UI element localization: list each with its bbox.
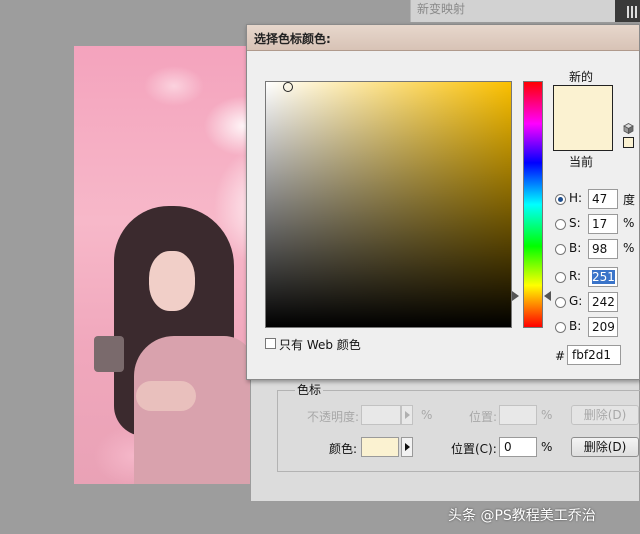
color-stop-group-title: 色标 [295, 381, 324, 398]
hue-slider-left-arrow-icon[interactable] [512, 291, 520, 301]
saturation-unit: % [623, 216, 635, 230]
color-preview [553, 85, 613, 151]
color-picker-title-bar[interactable]: 选择色标颜色: [247, 25, 639, 51]
hex-field[interactable]: fbf2d1 [567, 345, 621, 365]
blue-label: B: [569, 319, 582, 333]
brightness-label: B: [569, 241, 582, 255]
location-unit: % [541, 440, 553, 454]
opacity-unit: % [421, 408, 433, 422]
saturation-label: S: [569, 216, 581, 230]
web-safe-cube-icon[interactable] [623, 123, 634, 134]
color-picker-dialog: 选择色标颜色: 新的 当前 H: 47 度 S: 17 % B: 98 % R:… [246, 24, 640, 380]
location-field[interactable]: 0 [499, 437, 537, 457]
color-label: 颜色: [329, 442, 358, 456]
gradient-editor-dialog: 色标 不透明度: % 位置: % 删除(D) 颜色: 位置(C): 0 % 删除… [250, 380, 640, 502]
photo-subject-face [149, 251, 195, 311]
color-stop-swatch[interactable] [361, 437, 399, 457]
web-only-checkbox[interactable] [265, 338, 276, 349]
delete-opacity-stop-button: 删除(D) [571, 405, 639, 425]
opacity-location-label: 位置: [469, 410, 498, 424]
delete-color-stop-button[interactable]: 删除(D) [571, 437, 639, 457]
green-field[interactable]: 242 [588, 292, 618, 312]
new-color-label: 新的 [569, 70, 594, 84]
red-label: R: [569, 269, 582, 283]
saturation-brightness-field[interactable] [265, 81, 512, 328]
hue-slider[interactable] [523, 81, 543, 328]
new-color-swatch [554, 86, 612, 150]
web-safe-color-swatch[interactable] [623, 137, 634, 148]
radio-blue[interactable] [555, 322, 566, 333]
brightness-unit: % [623, 241, 635, 255]
saturation-field[interactable]: 17 [588, 214, 618, 234]
panel-grid-icon[interactable] [627, 6, 639, 18]
photo-subject-camera [94, 336, 124, 372]
hue-unit: 度 [623, 193, 636, 207]
background-panel-title: 新变映射 [417, 2, 466, 16]
radio-green[interactable] [555, 297, 566, 308]
brightness-field[interactable]: 98 [588, 239, 618, 259]
web-only-label: 只有 Web 颜色 [279, 338, 361, 352]
canvas-photo [74, 46, 250, 484]
red-field-value: 251 [592, 270, 615, 284]
color-field-cursor[interactable] [283, 82, 293, 92]
radio-saturation[interactable] [555, 219, 566, 230]
radio-hue[interactable] [555, 194, 566, 205]
radio-red[interactable] [555, 272, 566, 283]
opacity-arrow-button [401, 405, 413, 425]
blue-field[interactable]: 209 [588, 317, 618, 337]
photo-subject-arm [136, 381, 196, 411]
color-stop-arrow-button[interactable] [401, 437, 413, 457]
opacity-location-unit: % [541, 408, 553, 422]
hue-field[interactable]: 47 [588, 189, 618, 209]
opacity-field [361, 405, 401, 425]
color-picker-title: 选择色标颜色: [254, 32, 331, 46]
background-panel-header: 新变映射 [410, 0, 615, 22]
watermark-text: 头条 @PS教程美工乔治 [448, 508, 596, 524]
color-stop-group [277, 390, 640, 472]
hue-label: H: [569, 191, 583, 205]
location-label: 位置(C): [451, 442, 497, 456]
opacity-label: 不透明度: [307, 410, 360, 424]
current-color-label: 当前 [569, 155, 594, 169]
green-label: G: [569, 294, 583, 308]
hex-label: # [555, 349, 566, 363]
opacity-location-field [499, 405, 537, 425]
hue-slider-right-arrow-icon[interactable] [544, 291, 551, 301]
radio-brightness[interactable] [555, 244, 566, 255]
red-field[interactable]: 251 [588, 267, 618, 287]
